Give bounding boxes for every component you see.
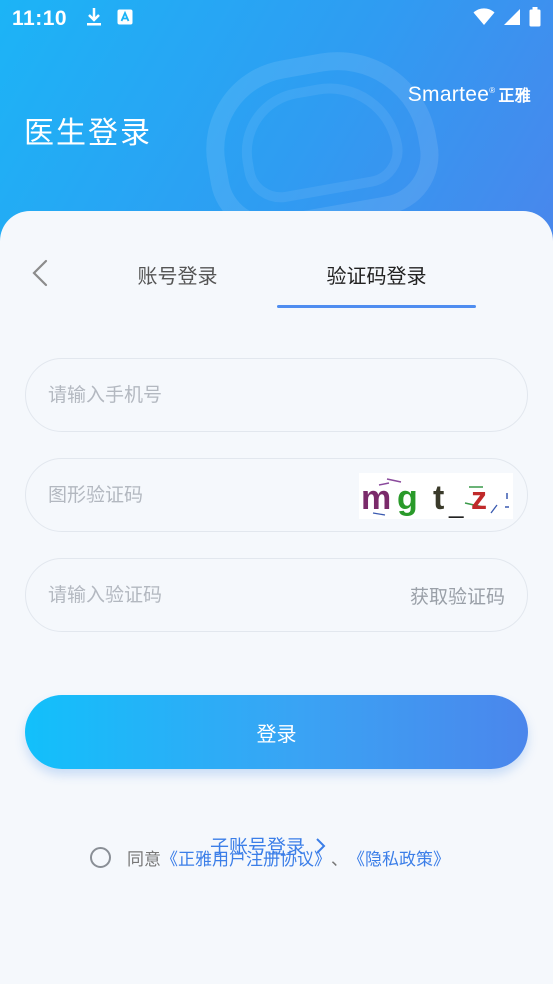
brand-registered-mark: ® — [489, 86, 496, 95]
battery-icon — [529, 7, 541, 31]
svg-text:z: z — [471, 480, 487, 516]
tab-code-login[interactable]: 验证码登录 — [277, 256, 476, 292]
svg-text:g: g — [397, 479, 418, 517]
back-button[interactable] — [26, 258, 54, 288]
login-button[interactable]: 登录 — [25, 695, 528, 769]
privacy-policy-link[interactable]: 《隐私政策》 — [348, 845, 450, 870]
download-icon — [85, 7, 103, 31]
user-agreement-link[interactable]: 《正雅用户注册协议》 — [161, 845, 331, 870]
status-bar: 11:10 — [0, 0, 553, 38]
phone-input[interactable] — [48, 384, 505, 406]
phone-field — [25, 358, 528, 432]
brand-logo: Smartee® 正雅 — [408, 82, 531, 107]
captcha-field: m g t _ z — [25, 458, 528, 532]
tab-active-indicator — [277, 305, 476, 308]
get-code-button[interactable]: 获取验证码 — [410, 582, 505, 609]
signal-icon — [503, 8, 521, 30]
agreement-prefix: 同意 — [127, 850, 161, 870]
page-title: 医生登录 — [24, 116, 152, 151]
svg-text:m: m — [361, 479, 391, 517]
captcha-image[interactable]: m g t _ z — [359, 473, 513, 519]
agreement-row: 同意 《正雅用户注册协议》 、 《隐私政策》 — [90, 845, 450, 870]
brand-name-cn: 正雅 — [498, 86, 531, 105]
svg-text:_: _ — [448, 489, 464, 519]
code-field: 获取验证码 — [25, 558, 528, 632]
code-input[interactable] — [48, 584, 410, 606]
status-time: 11:10 — [12, 7, 68, 30]
svg-text:t: t — [433, 479, 444, 517]
brand-name: Smartee — [407, 83, 490, 106]
tab-account-login[interactable]: 账号登录 — [100, 256, 255, 292]
chevron-left-icon — [32, 259, 48, 287]
agreement-radio[interactable] — [90, 847, 111, 868]
wifi-icon — [473, 8, 495, 30]
app-store-icon — [117, 9, 133, 29]
agreement-separator: 、 — [331, 850, 348, 870]
